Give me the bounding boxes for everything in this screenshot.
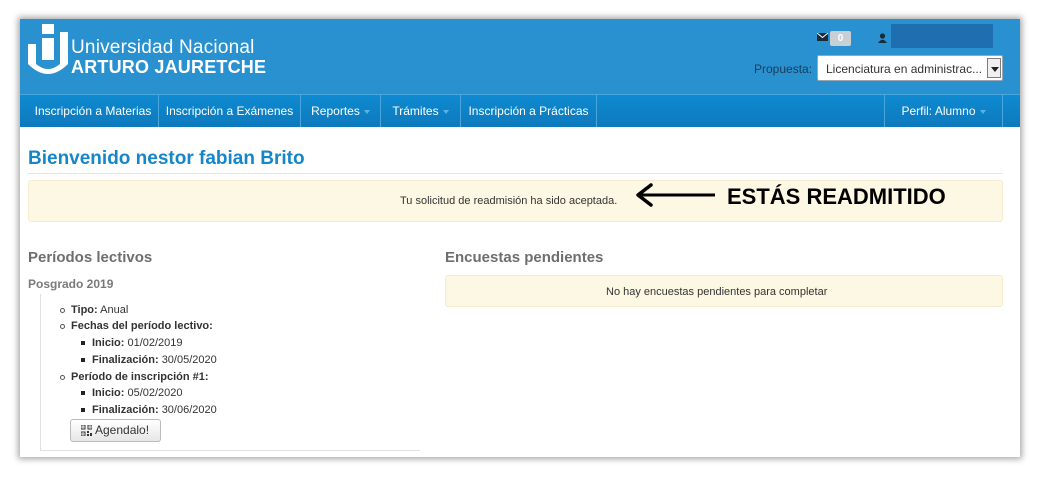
nav-item-label: Perfil: Alumno — [901, 104, 976, 118]
list-item-value: 30/06/2020 — [161, 404, 217, 416]
annotation-label: ESTÁS READMITIDO — [727, 184, 946, 209]
nav-item-label: Inscripción a Prácticas — [468, 104, 589, 118]
nav-item-label: Inscripción a Materias — [34, 104, 152, 118]
list-item-label: Finalización: — [92, 404, 159, 416]
agendalo-button[interactable]: Agendalo! — [70, 419, 161, 442]
nav-reportes[interactable]: Reportes — [301, 95, 381, 127]
list-item-value: 05/02/2020 — [127, 387, 183, 399]
nav-inscripcion-practicas[interactable]: Inscripción a Prácticas — [461, 95, 597, 127]
alert-message: Tu solicitud de readmisión ha sido acept… — [400, 195, 618, 207]
encuestas-alert: No hay encuestas pendientes para complet… — [445, 275, 1003, 307]
bullet-icon — [60, 307, 65, 313]
list-item: Finalización: 30/05/2020 — [81, 354, 217, 366]
divider — [28, 173, 1003, 174]
university-logo[interactable] — [28, 24, 68, 80]
list-item-label: Período de inscripción #1: — [71, 371, 209, 383]
list-item-value: 01/02/2019 — [127, 337, 183, 349]
periodo-subtitle: Posgrado 2019 — [28, 277, 114, 291]
nav-item-label: Inscripción a Exámenes — [165, 104, 294, 118]
list-item-label: Tipo: — [71, 304, 98, 316]
bullet-icon — [81, 358, 85, 363]
list-item-value: 30/05/2020 — [161, 354, 217, 366]
mail-icon[interactable] — [817, 33, 828, 41]
bullet-icon — [81, 408, 85, 413]
periodos-title: Períodos lectivos — [28, 249, 153, 266]
encuestas-title: Encuestas pendientes — [445, 249, 604, 266]
list-item: Finalización: 30/06/2020 — [81, 404, 217, 416]
list-item-label: Inicio: — [92, 337, 125, 349]
app-window: Universidad Nacional ARTURO JAURETCHE 0 … — [20, 19, 1020, 457]
list-item: Fechas del período lectivo: — [60, 320, 213, 332]
main-navbar: Inscripción a Materias Inscripción a Exá… — [20, 94, 1020, 127]
list-item-label: Fechas del período lectivo: — [71, 320, 213, 332]
list-item-label: Inicio: — [92, 387, 125, 399]
list-item: Inicio: 01/02/2019 — [81, 337, 183, 349]
list-item: Período de inscripción #1: — [60, 371, 209, 383]
mail-count-badge[interactable]: 0 — [830, 31, 851, 46]
header: Universidad Nacional ARTURO JAURETCHE 0 … — [20, 19, 1020, 94]
list-item-value: Anual — [100, 304, 129, 316]
propuesta-select[interactable]: Licenciatura en administrac... — [817, 55, 1003, 81]
propuesta-label: Propuesta: — [754, 62, 813, 76]
caret-down-icon — [979, 109, 986, 114]
arrow-left-icon — [636, 183, 715, 207]
bullet-icon — [60, 374, 65, 380]
caret-down-icon — [363, 109, 370, 114]
university-name-line2: ARTURO JAURETCHE — [71, 57, 267, 77]
bullet-icon — [60, 323, 65, 329]
user-icon — [878, 33, 887, 43]
list-item: Tipo: Anual — [60, 304, 128, 316]
bullet-icon — [81, 391, 85, 396]
nav-item-label: Trámites — [392, 104, 439, 118]
university-name-line1: Universidad Nacional — [71, 37, 255, 58]
agendalo-button-label: Agendalo! — [95, 423, 150, 437]
list-item-label: Finalización: — [92, 354, 159, 366]
list-item: Inicio: 05/02/2020 — [81, 387, 183, 399]
nav-inscripcion-materias[interactable]: Inscripción a Materias — [28, 95, 159, 127]
chevron-down-icon[interactable] — [987, 58, 1001, 78]
page-title: Bienvenido nestor fabian Brito — [28, 148, 305, 169]
nav-item-label: Reportes — [311, 104, 360, 118]
nav-perfil[interactable]: Perfil: Alumno — [884, 95, 1003, 127]
encuestas-message: No hay encuestas pendientes para complet… — [606, 286, 828, 298]
nav-inscripcion-examenes[interactable]: Inscripción a Exámenes — [159, 95, 301, 127]
user-name-redacted[interactable] — [891, 24, 993, 48]
qr-code-icon — [81, 425, 92, 437]
nav-tramites[interactable]: Trámites — [381, 95, 461, 127]
bullet-icon — [81, 341, 85, 346]
caret-down-icon — [442, 109, 449, 114]
propuesta-selected-value: Licenciatura en administrac... — [826, 62, 983, 76]
